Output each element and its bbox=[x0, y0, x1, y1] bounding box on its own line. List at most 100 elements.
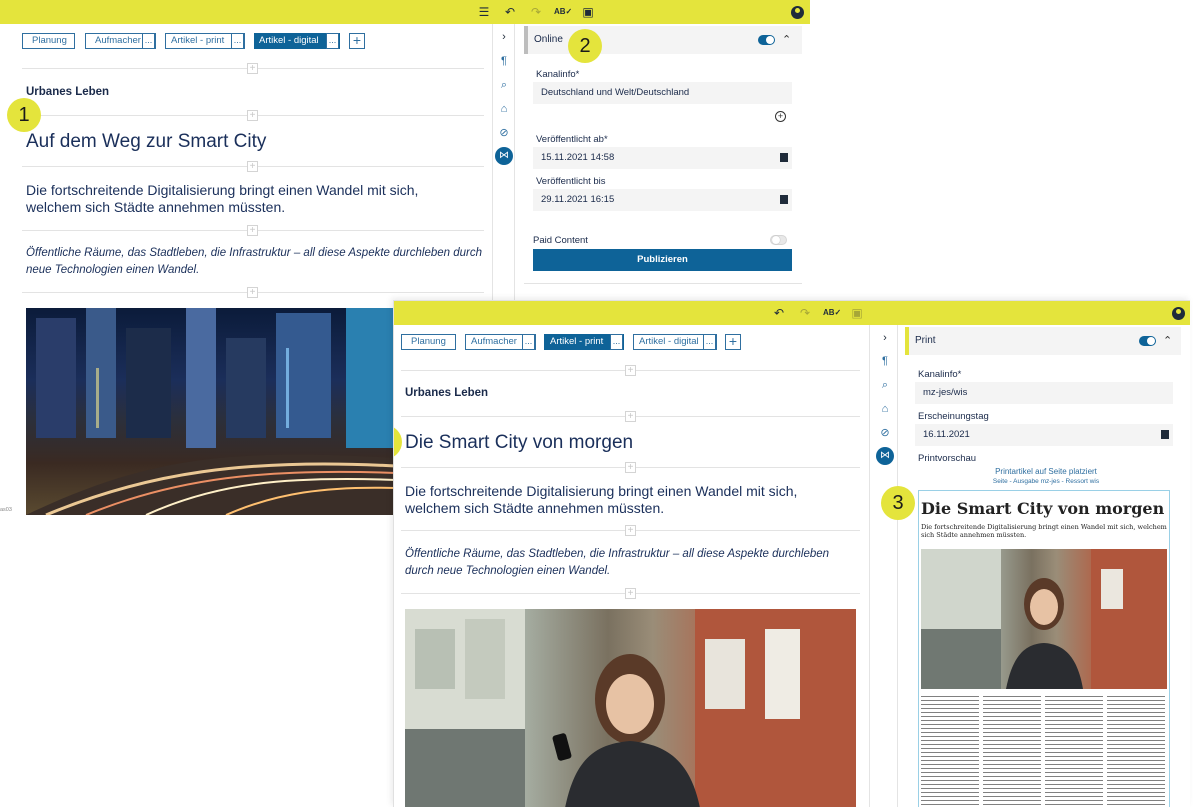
publish-button[interactable]: Publizieren bbox=[533, 249, 792, 271]
kanalinfo-field[interactable]: mz-jes/wis bbox=[915, 382, 1173, 404]
article-image-city[interactable] bbox=[26, 308, 396, 515]
tab-more-button[interactable]: ... bbox=[703, 334, 716, 350]
tab-label: Planung bbox=[411, 336, 446, 347]
save-icon[interactable]: ▣ bbox=[580, 4, 596, 20]
insert-block-button[interactable]: + bbox=[625, 365, 636, 376]
tab-planung[interactable]: Planung bbox=[22, 33, 75, 49]
calendar-icon[interactable] bbox=[780, 153, 788, 162]
page-info: Seite - Ausgabe mz-jes - Ressort wis bbox=[992, 478, 1100, 485]
insert-block-button[interactable]: + bbox=[625, 411, 636, 422]
erscheinungstag-value: 16.11.2021 bbox=[923, 429, 970, 440]
callout-badge: 1 bbox=[7, 98, 41, 132]
paragraph-icon[interactable]: ¶ bbox=[497, 54, 511, 68]
intro-text[interactable]: Öffentliche Räume, das Stadtleben, die I… bbox=[405, 546, 860, 580]
undo-icon[interactable]: ↶ bbox=[502, 4, 518, 20]
headline[interactable]: Die Smart City von morgen bbox=[405, 432, 633, 454]
print-preview[interactable]: Die Smart City von morgen Die fortschrei… bbox=[918, 490, 1170, 807]
preview-column bbox=[921, 696, 979, 806]
channels-icon[interactable]: ⋈ bbox=[495, 147, 513, 165]
kanalinfo-field[interactable]: Deutschland und Welt/Deutschland bbox=[533, 82, 792, 104]
list-icon[interactable]: ☰ bbox=[476, 4, 492, 20]
preview-headline: Die Smart City von morgen bbox=[921, 499, 1165, 518]
collapse-panel-icon[interactable]: › bbox=[497, 30, 511, 44]
chevron-up-icon[interactable]: ⌃ bbox=[1163, 334, 1172, 347]
online-channel-toggle[interactable] bbox=[758, 35, 775, 45]
preview-column bbox=[1107, 696, 1165, 806]
tab-planung[interactable]: Planung bbox=[401, 334, 456, 350]
preview-photo bbox=[921, 549, 1167, 689]
chevron-up-icon[interactable]: ⌃ bbox=[782, 33, 791, 46]
published-to-label: Veröffentlicht bis bbox=[536, 176, 606, 187]
print-editor-window: ↶ ↷ AB✓ ▣ Planung Aufmacher... Artikel -… bbox=[393, 300, 1190, 807]
teaser[interactable]: Die fortschreitende Digitalisierung brin… bbox=[405, 483, 845, 517]
tab-artikel-print[interactable]: Artikel - print... bbox=[165, 33, 245, 49]
insert-block-button[interactable]: + bbox=[625, 462, 636, 473]
tab-more-button[interactable]: ... bbox=[326, 33, 339, 49]
tag-icon[interactable]: ⌂ bbox=[497, 102, 511, 116]
undo-icon[interactable]: ↶ bbox=[771, 305, 787, 321]
search-icon[interactable]: ⌕ bbox=[878, 378, 892, 392]
channels-icon[interactable]: ⋈ bbox=[876, 447, 894, 465]
tab-artikel-print[interactable]: Artikel - print... bbox=[544, 334, 624, 350]
calendar-icon[interactable] bbox=[1161, 430, 1169, 439]
tag-icon[interactable]: ⌂ bbox=[878, 402, 892, 416]
channel-title: Online bbox=[534, 34, 563, 45]
tab-label: Planung bbox=[32, 35, 67, 46]
erscheinungstag-field[interactable]: 16.11.2021 bbox=[915, 424, 1173, 446]
attachment-icon[interactable]: ⊘ bbox=[878, 426, 892, 440]
insert-block-button[interactable]: + bbox=[625, 525, 636, 536]
insert-block-button[interactable]: + bbox=[247, 63, 258, 74]
insert-block-button[interactable]: + bbox=[247, 287, 258, 298]
intro-text[interactable]: Öffentliche Räume, das Stadtleben, die I… bbox=[26, 245, 486, 279]
channel-title: Print bbox=[915, 335, 936, 346]
preview-column bbox=[1045, 696, 1103, 806]
insert-block-button[interactable]: + bbox=[247, 161, 258, 172]
side-label: as03 bbox=[0, 507, 12, 513]
tab-more-button[interactable]: ... bbox=[522, 334, 535, 350]
add-tab-button[interactable]: + bbox=[349, 33, 365, 49]
add-tab-button[interactable]: + bbox=[725, 334, 741, 350]
paragraph-icon[interactable]: ¶ bbox=[878, 354, 892, 368]
printvorschau-label: Printvorschau bbox=[918, 453, 977, 464]
tab-more-button[interactable]: ... bbox=[142, 33, 155, 49]
callout-badge: 2 bbox=[568, 29, 602, 63]
insert-block-button[interactable]: + bbox=[625, 588, 636, 599]
collapse-panel-icon[interactable]: › bbox=[878, 331, 892, 345]
redo-icon[interactable]: ↷ bbox=[528, 4, 544, 20]
insert-block-button[interactable]: + bbox=[247, 225, 258, 236]
user-icon[interactable] bbox=[791, 6, 804, 19]
tab-aufmacher[interactable]: Aufmacher... bbox=[465, 334, 536, 350]
tab-artikel-digital[interactable]: Artikel - digital... bbox=[633, 334, 717, 350]
headline[interactable]: Auf dem Weg zur Smart City bbox=[26, 131, 266, 153]
preview-column bbox=[983, 696, 1041, 806]
published-to-field[interactable]: 29.11.2021 16:15 bbox=[533, 189, 792, 211]
spellcheck-icon[interactable]: AB✓ bbox=[554, 4, 572, 20]
spellcheck-icon[interactable]: AB✓ bbox=[823, 305, 841, 321]
search-icon[interactable]: ⌕ bbox=[497, 78, 511, 92]
calendar-icon[interactable] bbox=[780, 195, 788, 204]
teaser[interactable]: Die fortschreitende Digitalisierung brin… bbox=[26, 182, 466, 216]
placed-info: Printartikel auf Seite platziert bbox=[995, 467, 1097, 476]
erscheinungstag-label: Erscheinungstag bbox=[918, 411, 989, 422]
tab-more-button[interactable]: ... bbox=[610, 334, 623, 350]
insert-block-button[interactable]: + bbox=[247, 110, 258, 121]
tab-artikel-digital[interactable]: Artikel - digital... bbox=[254, 33, 340, 49]
ressort-label[interactable]: Urbanes Leben bbox=[405, 387, 488, 399]
add-circle-icon[interactable]: + bbox=[775, 111, 786, 122]
tab-more-button[interactable]: ... bbox=[231, 33, 244, 49]
attachment-icon[interactable]: ⊘ bbox=[497, 126, 511, 140]
tab-aufmacher[interactable]: Aufmacher... bbox=[85, 33, 156, 49]
ressort-label[interactable]: Urbanes Leben bbox=[26, 86, 109, 98]
article-image-woman[interactable] bbox=[405, 609, 856, 807]
tab-label: Artikel - digital bbox=[259, 35, 319, 46]
user-icon[interactable] bbox=[1172, 307, 1185, 320]
published-from-field[interactable]: 15.11.2021 14:58 bbox=[533, 147, 792, 169]
save-icon[interactable]: ▣ bbox=[849, 305, 865, 321]
redo-icon[interactable]: ↷ bbox=[797, 305, 813, 321]
paid-content-toggle[interactable] bbox=[770, 235, 787, 245]
tab-label: Aufmacher bbox=[95, 35, 141, 46]
tab-label: Artikel - digital bbox=[639, 336, 699, 347]
print-channel-toggle[interactable] bbox=[1139, 336, 1156, 346]
tab-label: Artikel - print bbox=[550, 336, 604, 347]
panel-divider bbox=[897, 325, 898, 807]
